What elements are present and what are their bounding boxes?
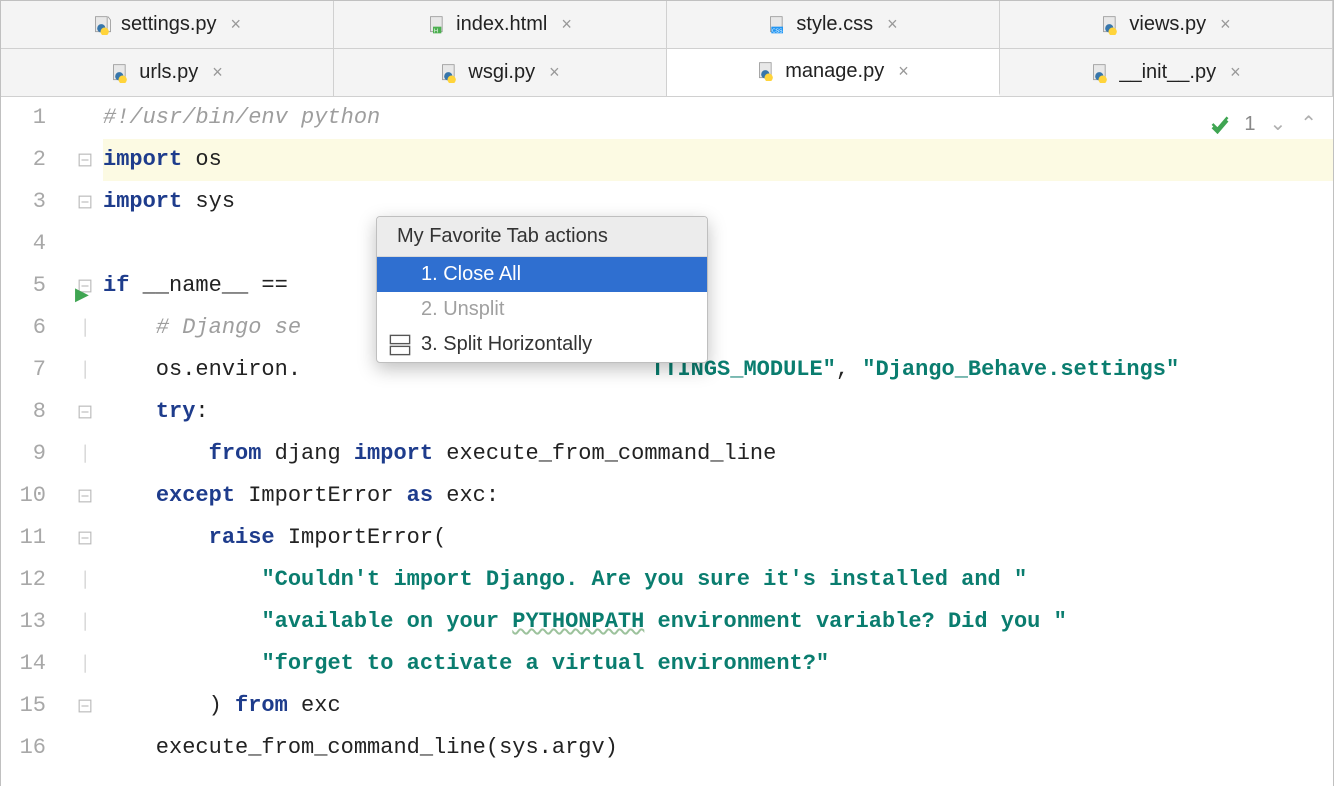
fold-column: │ │ │ │ │ │: [71, 97, 99, 787]
close-icon[interactable]: ×: [212, 62, 223, 83]
tab-label: views.py: [1129, 13, 1206, 36]
python-file-icon: [111, 63, 131, 83]
tab-label: style.css: [796, 13, 873, 36]
chevron-down-icon[interactable]: ⌄: [1269, 103, 1286, 145]
html-file-icon: H: [428, 15, 448, 35]
fold-toggle-icon[interactable]: [71, 391, 99, 433]
editor[interactable]: 1 2 3 4 5 6 7 8 9 10 11 12 13 14 15 16 ▶…: [1, 97, 1333, 787]
tab-label: settings.py: [121, 13, 217, 36]
css-file-icon: CSS: [768, 15, 788, 35]
run-gutter-icon[interactable]: ▶: [75, 275, 89, 317]
line-number-gutter: 1 2 3 4 5 6 7 8 9 10 11 12 13 14 15 16: [1, 97, 71, 787]
svg-text:H: H: [434, 28, 438, 34]
fold-end-icon[interactable]: [71, 685, 99, 727]
tab-index-html[interactable]: H index.html ×: [334, 1, 667, 48]
tab-bar-row-2: urls.py × wsgi.py × manage.py × __init__…: [1, 49, 1333, 97]
python-file-icon: [93, 15, 113, 35]
tab-style-css[interactable]: CSS style.css ×: [667, 1, 1000, 48]
svg-text:CSS: CSS: [773, 28, 784, 34]
problem-count: 1: [1244, 103, 1255, 145]
quicklist-popup: My Favorite Tab actions 1. Close All 2. …: [376, 216, 708, 363]
fold-toggle-icon[interactable]: [71, 139, 99, 181]
popup-item-split-horizontally[interactable]: 3. Split Horizontally: [377, 327, 707, 362]
close-icon[interactable]: ×: [1220, 14, 1231, 35]
tab-init[interactable]: __init__.py ×: [1000, 49, 1333, 96]
tab-label: wsgi.py: [468, 61, 535, 84]
tab-views[interactable]: views.py ×: [1000, 1, 1333, 48]
tab-bar-row-1: settings.py × H index.html × CSS style.c…: [1, 1, 1333, 49]
code-area[interactable]: 1 ⌄ ⌃ #!/usr/bin/env python import os im…: [99, 97, 1333, 787]
tab-label: index.html: [456, 13, 547, 36]
split-horizontal-icon: [389, 334, 411, 356]
close-icon[interactable]: ×: [231, 14, 242, 35]
fold-toggle-icon[interactable]: [71, 475, 99, 517]
tab-wsgi[interactable]: wsgi.py ×: [334, 49, 667, 96]
fold-toggle-icon[interactable]: [71, 517, 99, 559]
tab-urls[interactable]: urls.py ×: [1, 49, 334, 96]
close-icon[interactable]: ×: [561, 14, 572, 35]
close-icon[interactable]: ×: [898, 61, 909, 82]
close-icon[interactable]: ×: [887, 14, 898, 35]
tab-settings[interactable]: settings.py ×: [1, 1, 334, 48]
check-icon: [1210, 114, 1230, 134]
python-file-icon: [440, 63, 460, 83]
close-icon[interactable]: ×: [549, 62, 560, 83]
fold-toggle-icon[interactable]: [71, 181, 99, 223]
inspection-widget[interactable]: 1 ⌄ ⌃: [1210, 103, 1317, 145]
tab-manage[interactable]: manage.py ×: [667, 49, 1000, 96]
python-file-icon: [757, 61, 777, 81]
python-file-icon: [1091, 63, 1111, 83]
tab-label: urls.py: [139, 61, 198, 84]
tab-label: manage.py: [785, 60, 884, 83]
popup-item-unsplit[interactable]: 2. Unsplit: [377, 292, 707, 327]
python-file-icon: [1101, 15, 1121, 35]
popup-title: My Favorite Tab actions: [377, 217, 707, 257]
close-icon[interactable]: ×: [1230, 62, 1241, 83]
chevron-up-icon[interactable]: ⌃: [1300, 103, 1317, 145]
tab-label: __init__.py: [1119, 61, 1216, 84]
popup-item-close-all[interactable]: 1. Close All: [377, 257, 707, 292]
